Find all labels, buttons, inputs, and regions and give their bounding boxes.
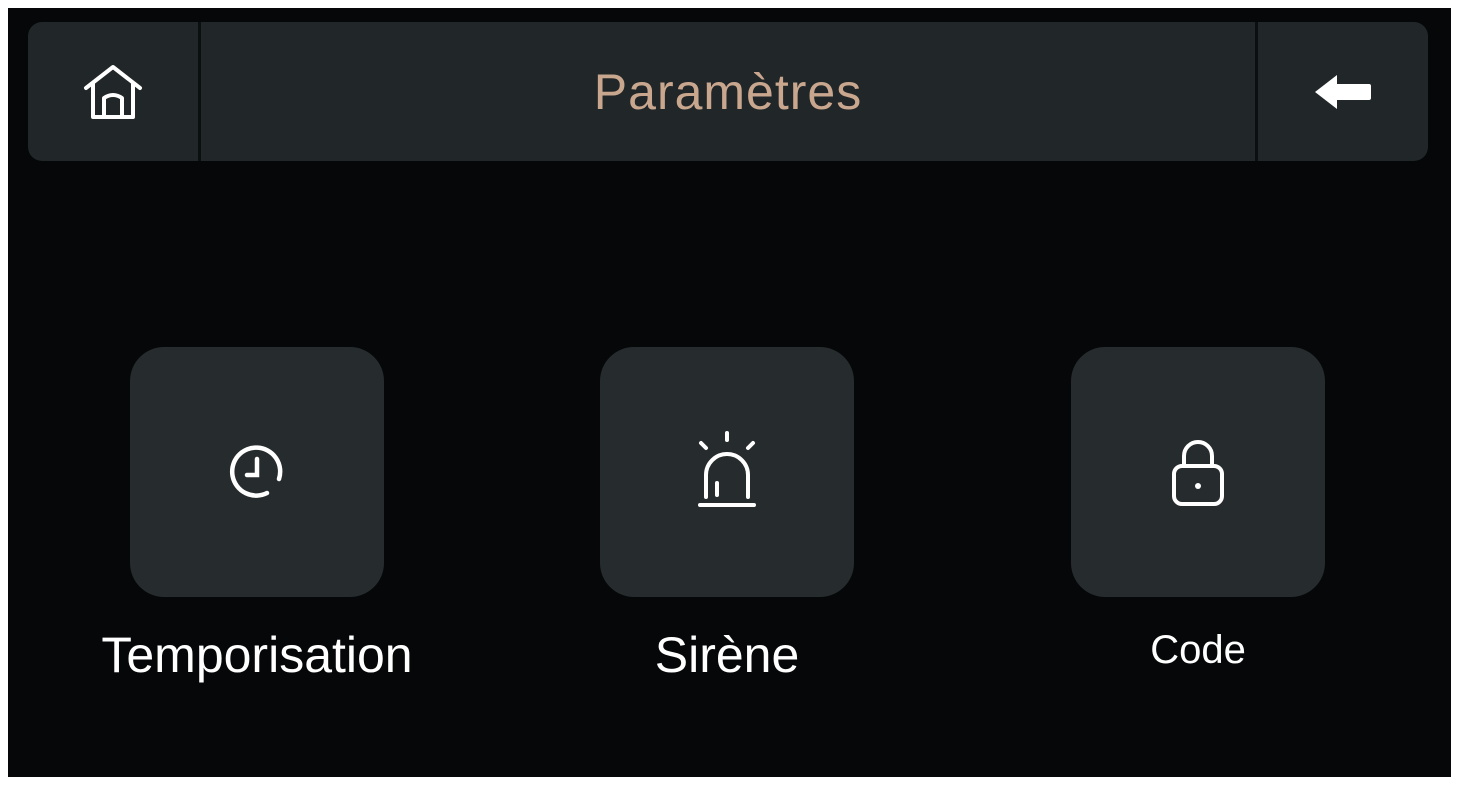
home-icon: [84, 64, 142, 119]
lock-icon: [1172, 440, 1224, 506]
settings-screen: Paramètres Temporisation Sirène Code: [8, 8, 1451, 777]
sirene-label: Sirène: [654, 627, 800, 683]
temporisation-label: Temporisation: [101, 627, 413, 683]
sirene-button[interactable]: [600, 347, 854, 597]
header-bar: Paramètres: [28, 22, 1428, 161]
temporisation-button[interactable]: [130, 347, 384, 597]
home-button[interactable]: [28, 22, 198, 161]
code-label: Code: [1150, 628, 1246, 672]
back-button[interactable]: [1258, 22, 1428, 161]
siren-icon: [698, 431, 756, 507]
timer-icon: [229, 445, 283, 498]
code-button[interactable]: [1071, 347, 1325, 597]
arrow-left-icon: [1315, 74, 1371, 109]
page-title: Paramètres: [593, 63, 863, 120]
